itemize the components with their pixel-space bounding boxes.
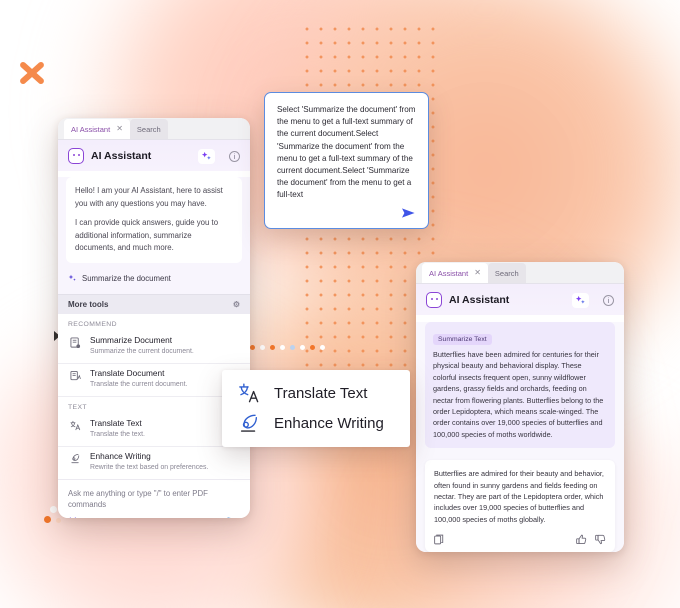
decorative-dot-row bbox=[250, 345, 325, 350]
enhance-writing-icon bbox=[68, 451, 82, 464]
user-message-bubble: Summarize Text Butterflies have been adm… bbox=[425, 322, 615, 449]
more-tools-label: More tools bbox=[68, 299, 109, 309]
overlay-item-translate-text[interactable]: Translate Text bbox=[222, 378, 410, 408]
tool-name: Summarize Document bbox=[90, 334, 173, 345]
sparkle-icon bbox=[68, 274, 77, 283]
context-overlay-menu: Translate Text Enhance Writing bbox=[222, 370, 410, 447]
ai-assistant-logo-icon bbox=[68, 148, 84, 164]
right-ai-assistant-panel: AI Assistant ✕ Search AI Assistant i Sum… bbox=[416, 262, 624, 552]
greeting-line-2: I can provide quick answers, guide you t… bbox=[75, 218, 219, 252]
page-title: AI Assistant bbox=[91, 150, 152, 162]
greeting-line-1: Hello! I am your AI Assistant, here to a… bbox=[75, 186, 223, 208]
left-panel-body: Hello! I am your AI Assistant, here to a… bbox=[58, 177, 250, 294]
overlay-item-label: Enhance Writing bbox=[274, 414, 384, 432]
summarize-document-icon bbox=[68, 335, 82, 349]
info-icon[interactable]: i bbox=[603, 294, 614, 306]
thumbs-down-icon[interactable] bbox=[595, 534, 606, 545]
translate-document-icon bbox=[68, 368, 82, 382]
right-assistant-header: AI Assistant i bbox=[416, 284, 624, 315]
slash-command-icon[interactable] bbox=[68, 516, 79, 518]
left-assistant-header: AI Assistant i bbox=[58, 140, 250, 171]
tab-ai-assistant[interactable]: AI Assistant ✕ bbox=[422, 263, 488, 283]
suggestion-label: Summarize the document bbox=[82, 273, 171, 283]
ai-message-actions bbox=[434, 534, 606, 545]
page-title: AI Assistant bbox=[449, 294, 510, 306]
right-panel-tabstrip: AI Assistant ✕ Search bbox=[416, 262, 624, 284]
left-panel-composer[interactable]: Ask me anything or type "/" to enter PDF… bbox=[58, 478, 250, 518]
copy-icon[interactable] bbox=[434, 534, 444, 545]
ai-message-text: Butterflies are admired for their beauty… bbox=[434, 469, 604, 524]
sparkle-icon[interactable] bbox=[198, 148, 215, 164]
tool-name: Translate Text bbox=[90, 417, 142, 428]
tab-search-label: Search bbox=[494, 268, 519, 278]
tab-search-label: Search bbox=[136, 124, 161, 134]
thumbs-up-icon[interactable] bbox=[576, 534, 587, 545]
right-panel-body: Summarize Text Butterflies have been adm… bbox=[416, 322, 624, 552]
ai-message-bubble: Butterflies are admired for their beauty… bbox=[425, 460, 615, 552]
composer-action-row bbox=[68, 516, 240, 518]
tool-item-enhance-writing[interactable]: Enhance Writing Rewrite the text based o… bbox=[58, 447, 250, 479]
send-icon[interactable] bbox=[227, 516, 240, 518]
send-icon[interactable] bbox=[401, 207, 416, 219]
gear-icon[interactable]: ⚙ bbox=[233, 300, 240, 309]
tab-search[interactable]: Search bbox=[129, 119, 168, 139]
sparkle-icon[interactable] bbox=[572, 292, 589, 308]
more-tools-header: More tools ⚙ bbox=[58, 293, 250, 314]
ai-assistant-logo-icon bbox=[426, 292, 442, 308]
screenshot-stage: AI Assistant ✕ Search AI Assistant i Hel… bbox=[0, 0, 680, 608]
translate-text-icon bbox=[68, 418, 82, 431]
tool-item-summarize-document[interactable]: Summarize Document Summarize the current… bbox=[58, 331, 250, 364]
overlay-item-label: Translate Text bbox=[274, 384, 368, 402]
left-ai-assistant-panel: AI Assistant ✕ Search AI Assistant i Hel… bbox=[58, 118, 250, 518]
tool-desc: Rewrite the text based on preferences. bbox=[90, 463, 209, 471]
suggestion-summarize-document[interactable]: Summarize the document bbox=[66, 272, 173, 285]
tab-ai-assistant[interactable]: AI Assistant ✕ bbox=[64, 119, 130, 139]
left-panel-tabstrip: AI Assistant ✕ Search bbox=[58, 118, 250, 140]
greeting-message: Hello! I am your AI Assistant, here to a… bbox=[66, 177, 242, 263]
tab-ai-assistant-label: AI Assistant bbox=[429, 268, 469, 278]
tool-section-recommend: RECOMMEND bbox=[68, 320, 117, 328]
prompt-input-card[interactable]: Select 'Summarize the document' from the… bbox=[264, 92, 429, 229]
user-message-text: Butterflies have been admired for centur… bbox=[433, 350, 604, 439]
search-input-placeholder[interactable]: Ask me anything or type "/" to enter PDF… bbox=[68, 488, 240, 510]
prompt-card-actions bbox=[277, 207, 416, 219]
translate-text-icon bbox=[238, 382, 260, 404]
tab-ai-assistant-label: AI Assistant bbox=[71, 124, 111, 134]
info-icon[interactable]: i bbox=[229, 150, 240, 162]
tool-name: Translate Document bbox=[90, 367, 165, 378]
overlay-item-enhance-writing[interactable]: Enhance Writing bbox=[222, 408, 410, 438]
tool-desc: Translate the current document. bbox=[90, 380, 188, 388]
tool-desc: Summarize the current document. bbox=[90, 347, 194, 355]
enhance-writing-icon bbox=[238, 412, 260, 434]
prompt-input-value[interactable]: Select 'Summarize the document' from the… bbox=[277, 104, 416, 202]
tool-name: Enhance Writing bbox=[90, 450, 151, 461]
tab-search[interactable]: Search bbox=[487, 263, 526, 283]
close-icon[interactable]: ✕ bbox=[116, 125, 123, 133]
decorative-x-icon bbox=[16, 57, 48, 89]
close-icon[interactable]: ✕ bbox=[474, 269, 481, 277]
tool-desc: Translate the text. bbox=[90, 430, 145, 438]
status-badge: Summarize Text bbox=[433, 334, 492, 345]
